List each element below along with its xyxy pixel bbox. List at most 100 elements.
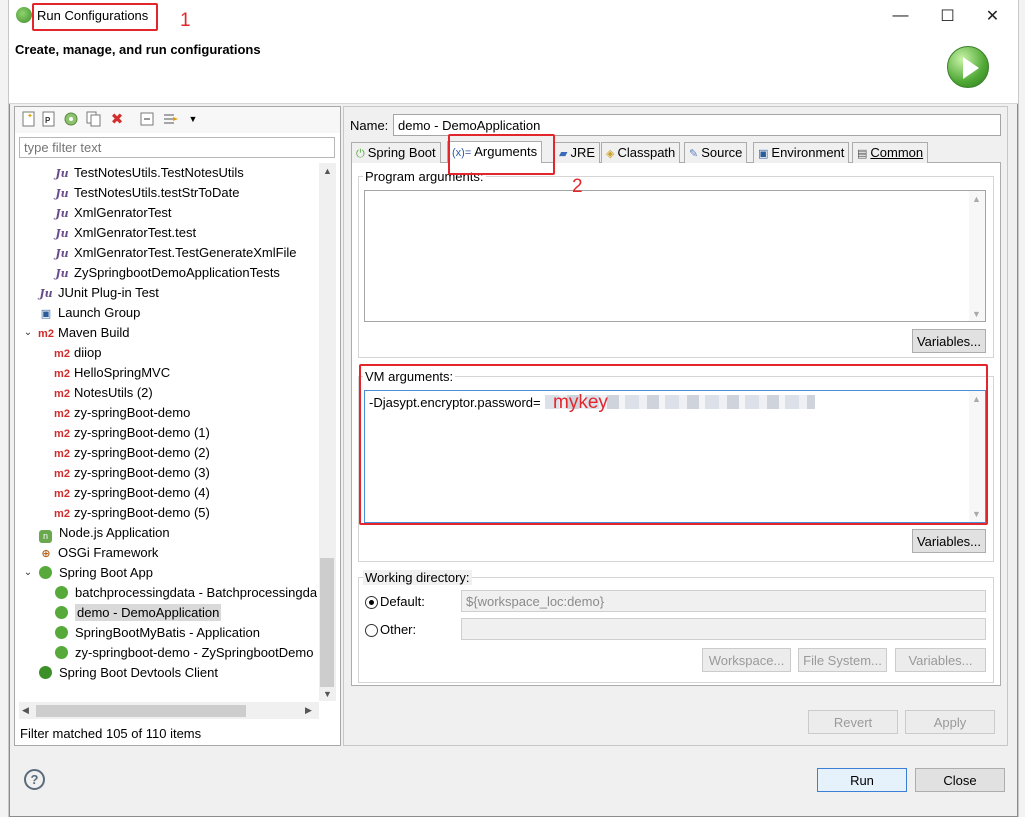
tree-item[interactable]: Ju TestNotesUtils.testStrToDate bbox=[54, 183, 239, 203]
default-radio-label[interactable]: Default: bbox=[380, 594, 425, 609]
duplicate-configuration-icon[interactable] bbox=[85, 110, 103, 128]
tree-item[interactable]: Ju XmlGenratorTest.test bbox=[54, 223, 196, 243]
help-icon[interactable]: ? bbox=[24, 769, 45, 790]
tree-item[interactable]: ⌄ m2 Maven Build bbox=[24, 323, 130, 343]
tree-item-label: Spring Boot App bbox=[59, 565, 153, 580]
tree-item-label: XmlGenratorTest.test bbox=[74, 225, 197, 240]
maven-icon: m2 bbox=[54, 468, 70, 480]
tree-item[interactable]: n Node.js Application bbox=[38, 523, 170, 543]
junit-icon: Ju bbox=[55, 227, 69, 240]
filter-configurations-icon[interactable] bbox=[162, 110, 180, 128]
tree-item[interactable]: demo - DemoApplication bbox=[54, 603, 222, 623]
delete-configuration-icon[interactable]: ✖ bbox=[108, 110, 126, 128]
tree-item[interactable]: m2 zy-springBoot-demo (2) bbox=[54, 443, 210, 463]
tab-source[interactable]: ✎ Source bbox=[684, 142, 748, 163]
common-icon: ▤ bbox=[857, 148, 868, 160]
tree-item[interactable]: ▣ Launch Group bbox=[38, 303, 141, 323]
other-radio-label[interactable]: Other: bbox=[380, 622, 416, 637]
tree-item-label: zy-springBoot-demo (2) bbox=[74, 445, 210, 460]
spring-boot-icon: ⏻ bbox=[356, 148, 365, 160]
tree-item[interactable]: m2 zy-springBoot-demo (3) bbox=[54, 463, 210, 483]
tree-item[interactable]: m2 zy-springBoot-demo (4) bbox=[54, 483, 210, 503]
maximize-button[interactable]: ☐ bbox=[925, 0, 970, 31]
tree-item[interactable]: Spring Boot Devtools Client bbox=[38, 663, 218, 683]
tree-item[interactable]: batchprocessingdata - Batchprocessingda bbox=[54, 583, 317, 603]
tree-item[interactable]: m2 zy-springBoot-demo (5) bbox=[54, 503, 210, 523]
new-prototype-icon[interactable]: P bbox=[40, 110, 58, 128]
background-window-strip-left bbox=[0, 0, 9, 817]
revert-button[interactable]: Revert bbox=[808, 710, 898, 734]
tree-item[interactable]: Ju ZySpringbootDemoApplicationTests bbox=[54, 263, 280, 283]
tab-common[interactable]: ▤ Common bbox=[852, 142, 929, 163]
name-field[interactable] bbox=[393, 114, 1001, 136]
tree-item[interactable]: m2 HelloSpringMVC bbox=[54, 363, 170, 383]
scroll-down-icon[interactable]: ▼ bbox=[972, 309, 981, 319]
environment-icon: ▣ bbox=[758, 148, 769, 160]
run-button[interactable]: Run bbox=[817, 768, 907, 792]
program-arguments-scrollbar[interactable] bbox=[969, 191, 985, 321]
apply-button[interactable]: Apply bbox=[905, 710, 995, 734]
background-window-strip-right bbox=[1018, 0, 1025, 817]
tree-item[interactable]: m2 diiop bbox=[54, 343, 101, 363]
configuration-tree: Ju TestNotesUtils.TestNotesUtils Ju TestNot… bbox=[18, 163, 318, 701]
default-radio[interactable] bbox=[365, 596, 378, 609]
jre-icon: ▰ bbox=[559, 148, 568, 160]
vertical-scroll-thumb[interactable] bbox=[320, 558, 334, 687]
tree-item-label: XmlGenratorTest.TestGenerateXmlFile bbox=[74, 245, 297, 260]
directory-variables-button[interactable]: Variables... bbox=[895, 648, 986, 672]
tree-item[interactable]: m2 zy-springBoot-demo (1) bbox=[54, 423, 210, 443]
program-variables-button[interactable]: Variables... bbox=[912, 329, 986, 353]
other-directory-field[interactable] bbox=[461, 618, 986, 640]
tree-item[interactable]: zy-springboot-demo - ZySpringbootDemo bbox=[54, 643, 313, 663]
junit-plugin-icon: Ju bbox=[39, 287, 53, 300]
vm-variables-button[interactable]: Variables... bbox=[912, 529, 986, 553]
scroll-down-icon[interactable]: ▼ bbox=[323, 689, 332, 699]
program-arguments-textarea[interactable] bbox=[364, 190, 986, 322]
workspace-button[interactable]: Workspace... bbox=[702, 648, 791, 672]
tree-item[interactable]: Ju XmlGenratorTest.TestGenerateXmlFile bbox=[54, 243, 297, 263]
tree-item-label: OSGi Framework bbox=[58, 545, 159, 560]
close-button[interactable]: Close bbox=[915, 768, 1005, 792]
tree-item-label: HelloSpringMVC bbox=[74, 365, 171, 380]
tab-environment[interactable]: ▣ Environment bbox=[753, 142, 850, 163]
dialog-header-text: Create, manage, and run configurations bbox=[15, 42, 261, 57]
scroll-up-icon[interactable]: ▲ bbox=[972, 194, 981, 204]
collapse-all-icon[interactable] bbox=[138, 110, 156, 128]
tree-item-label: ZySpringbootDemoApplicationTests bbox=[74, 265, 280, 280]
tree-item[interactable]: Ju TestNotesUtils.TestNotesUtils bbox=[54, 163, 243, 183]
tab-spring-boot[interactable]: ⏻ Spring Boot bbox=[351, 142, 441, 163]
junit-icon: Ju bbox=[55, 167, 69, 180]
horizontal-scroll-thumb[interactable] bbox=[36, 705, 246, 717]
new-configuration-icon[interactable]: ✦ bbox=[20, 110, 38, 128]
spring-boot-icon bbox=[39, 566, 52, 579]
tab-classpath[interactable]: ◈ Classpath bbox=[601, 142, 681, 163]
tree-item[interactable]: Ju JUnit Plug-in Test bbox=[38, 283, 159, 303]
maven-icon: m2 bbox=[54, 488, 70, 500]
name-label: Name: bbox=[350, 118, 389, 133]
close-window-button[interactable]: ✕ bbox=[970, 0, 1015, 31]
tree-item[interactable]: Ju XmlGenratorTest bbox=[54, 203, 171, 223]
filter-input[interactable] bbox=[19, 137, 335, 158]
tree-item[interactable]: SpringBootMyBatis - Application bbox=[54, 623, 260, 643]
tree-item[interactable]: m2 NotesUtils (2) bbox=[54, 383, 153, 403]
annotation-box-vm-arguments bbox=[359, 364, 988, 525]
expand-chevron-icon[interactable]: ⌄ bbox=[22, 323, 34, 343]
scroll-right-icon[interactable]: ▶ bbox=[305, 705, 312, 716]
scroll-up-icon[interactable]: ▲ bbox=[323, 166, 332, 176]
minimize-button[interactable]: — bbox=[878, 0, 923, 31]
tab-jre[interactable]: ▰ JRE bbox=[554, 142, 601, 163]
annotation-number-2: 2 bbox=[572, 176, 583, 197]
tree-item-label: zy-springBoot-demo bbox=[74, 405, 191, 420]
devtools-icon bbox=[39, 666, 52, 679]
filter-status-text: Filter matched 105 of 110 items bbox=[20, 726, 202, 741]
filter-dropdown-chevron-icon[interactable]: ▼ bbox=[184, 110, 202, 128]
other-radio[interactable] bbox=[365, 624, 378, 637]
tree-item[interactable]: ⊕ OSGi Framework bbox=[38, 543, 158, 563]
scroll-left-icon[interactable]: ◀ bbox=[22, 705, 29, 716]
tree-item-label: zy-springBoot-demo (5) bbox=[74, 505, 210, 520]
export-configuration-icon[interactable] bbox=[62, 110, 80, 128]
expand-chevron-icon[interactable]: ⌄ bbox=[22, 563, 34, 583]
tree-item[interactable]: ⌄ Spring Boot App bbox=[24, 563, 153, 583]
file-system-button[interactable]: File System... bbox=[798, 648, 887, 672]
tree-item[interactable]: m2 zy-springBoot-demo bbox=[54, 403, 190, 423]
